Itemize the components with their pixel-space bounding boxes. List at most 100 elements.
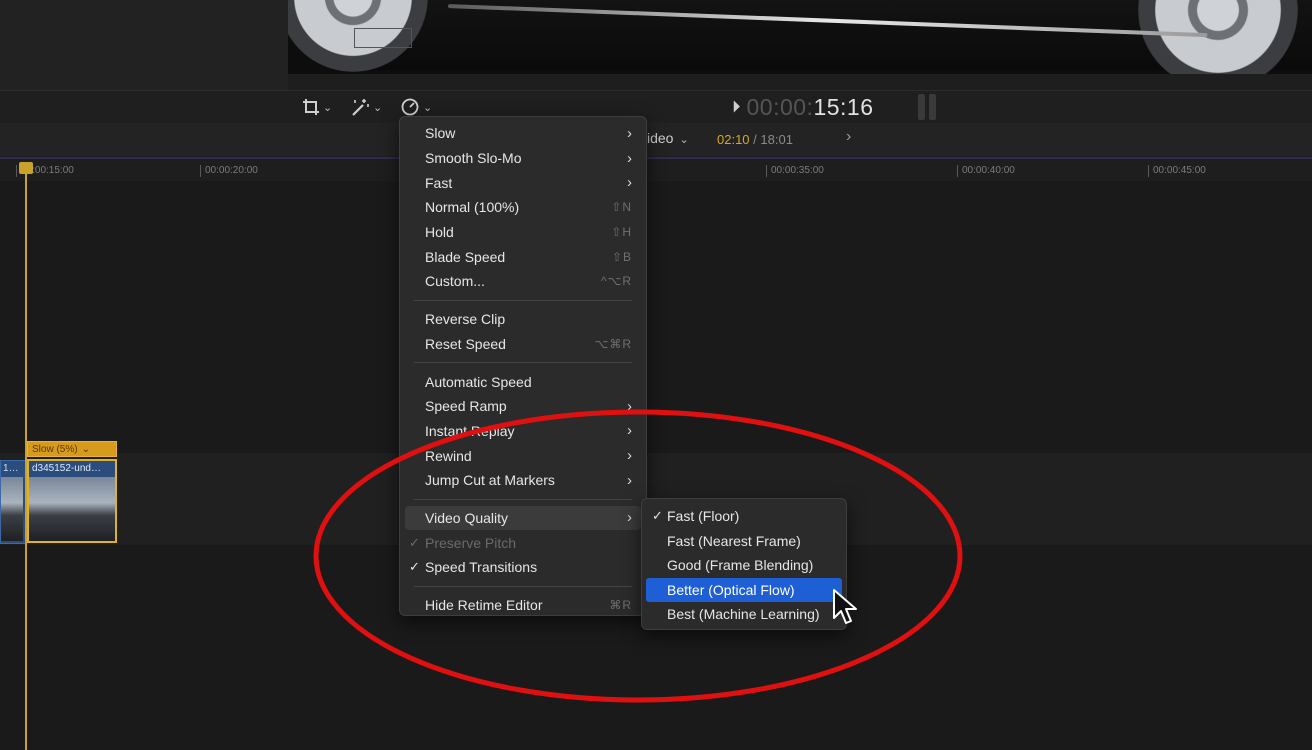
menu-item-shortcut: ^⌥R <box>600 274 632 289</box>
menu-item-label: Hide Retime Editor <box>425 597 543 614</box>
submenu-item-better-optical-flow[interactable]: Better (Optical Flow) <box>646 577 842 602</box>
menu-item-shortcut: ⌘R <box>609 598 632 613</box>
menu-item-rewind[interactable]: Rewind › <box>400 443 646 468</box>
retime-tool-button[interactable]: ⌄ <box>400 96 432 118</box>
menu-item-label: Speed Ramp <box>425 398 507 415</box>
menu-item-shortcut: ⌥⌘R <box>594 336 632 351</box>
chevron-down-icon: ⌄ <box>423 101 433 114</box>
menu-item-preserve-pitch: ✓ Preserve Pitch <box>400 530 646 555</box>
chevron-down-icon: ⌄ <box>81 443 90 455</box>
viewer-overlay-box <box>354 28 412 48</box>
submenu-item-best-machine-learning[interactable]: Best (Machine Learning) <box>642 602 846 627</box>
menu-item-label: Video Quality <box>425 509 509 526</box>
checkmark-icon: ✓ <box>652 508 663 524</box>
video-viewer <box>288 0 1312 74</box>
menu-item-shortcut: ⇧N <box>611 200 632 215</box>
menu-item-jump-cut-at-markers[interactable]: Jump Cut at Markers › <box>400 468 646 493</box>
chevron-right-icon: › <box>627 174 632 192</box>
playhead-handle[interactable] <box>19 162 33 174</box>
clip-thumbnail <box>29 477 115 541</box>
menu-item-label: Preserve Pitch <box>425 534 517 551</box>
chevron-right-icon: › <box>627 471 632 489</box>
timecode-main: 15:16 <box>813 93 874 120</box>
timeline-ruler[interactable]: 00:00:15:00 00:00:20:00 00:00:35:00 00:0… <box>0 157 1312 183</box>
chevron-right-icon: › <box>627 447 632 465</box>
chevron-right-icon: › <box>627 509 632 527</box>
speed-tag-label: Slow (5%) <box>32 443 78 455</box>
viewer-side-panel <box>0 0 288 90</box>
chevron-down-icon: ⌄ <box>373 101 383 114</box>
menu-item-label: Jump Cut at Markers <box>425 472 555 489</box>
submenu-item-fast-floor[interactable]: ✓ Fast (Floor) <box>642 504 846 529</box>
menu-item-slow[interactable]: Slow › <box>400 121 646 146</box>
checkmark-icon: ✓ <box>409 559 420 575</box>
timeline-time: 02:10 / 18:01 <box>717 132 793 147</box>
menu-item-fast[interactable]: Fast › <box>400 170 646 195</box>
menu-item-video-quality[interactable]: Video Quality › <box>405 505 641 531</box>
chevron-down-icon: ⌄ <box>679 134 689 146</box>
clip-title: d345152-und… <box>32 463 101 474</box>
timecode-dim: 00:00: <box>746 93 814 120</box>
checkmark-icon: ✓ <box>409 534 420 550</box>
playhead[interactable] <box>25 165 27 750</box>
menu-separator <box>414 585 632 587</box>
speed-indicator-tag[interactable]: Slow (5%) ⌄ <box>27 441 117 457</box>
project-label: ideo <box>647 130 674 146</box>
crop-icon <box>303 99 319 115</box>
menu-item-label: Reverse Clip <box>425 311 506 328</box>
timeline-clip-previous[interactable]: 1… <box>0 460 26 544</box>
project-selector[interactable]: ideo ⌄ <box>647 130 689 146</box>
magic-wand-icon <box>352 99 369 116</box>
menu-item-speed-transitions[interactable]: ✓ Speed Transitions <box>400 555 646 580</box>
clip-thumbnail <box>1 477 23 541</box>
menu-separator <box>414 498 632 500</box>
submenu-item-label: Best (Machine Learning) <box>667 606 820 623</box>
total-duration: / 18:01 <box>753 132 793 147</box>
ruler-tick: 00:00:45:00 <box>1148 165 1206 177</box>
chevron-right-icon: › <box>627 397 632 415</box>
menu-item-hold[interactable]: Hold ⇧H <box>400 220 646 245</box>
submenu-item-fast-nearest-frame[interactable]: Fast (Nearest Frame) <box>642 529 846 554</box>
menu-item-shortcut: ⇧H <box>611 225 632 240</box>
menu-item-reset-speed[interactable]: Reset Speed ⌥⌘R <box>400 332 646 357</box>
submenu-item-label: Fast (Floor) <box>667 508 740 525</box>
chevron-down-icon: ⌄ <box>323 101 333 114</box>
menu-item-label: Fast <box>425 174 453 191</box>
enhance-tool-button[interactable]: ⌄ <box>350 96 382 118</box>
timeline-clip-selected[interactable]: d345152-und… <box>27 459 117 543</box>
menu-item-instant-replay[interactable]: Instant Replay › <box>400 419 646 444</box>
submenu-item-label: Better (Optical Flow) <box>667 581 795 598</box>
menu-separator <box>414 299 632 301</box>
ruler-tick: 00:00:20:00 <box>200 165 258 177</box>
menu-item-label: Rewind <box>425 447 472 464</box>
video-quality-submenu: ✓ Fast (Floor) Fast (Nearest Frame) Good (F… <box>641 498 847 630</box>
menu-item-reverse-clip[interactable]: Reverse Clip <box>400 307 646 332</box>
menu-item-custom[interactable]: Custom... ^⌥R <box>400 269 646 294</box>
ruler-tick: 00:00:40:00 <box>957 165 1015 177</box>
menu-item-label: Automatic Speed <box>425 373 532 390</box>
menu-item-label: Reset Speed <box>425 335 506 352</box>
menu-item-hide-retime-editor[interactable]: Hide Retime Editor ⌘R <box>400 593 646 618</box>
chevron-right-icon: › <box>627 149 632 167</box>
menu-item-label: Custom... <box>425 273 485 290</box>
submenu-item-good-frame-blending[interactable]: Good (Frame Blending) <box>642 553 846 578</box>
menu-item-label: Normal (100%) <box>425 199 520 216</box>
timecode-display[interactable]: ⏵ 00:00: 15:16 <box>732 92 874 122</box>
menu-item-label: Speed Transitions <box>425 559 538 576</box>
clip-title: 1… <box>3 463 19 474</box>
menu-item-automatic-speed[interactable]: Automatic Speed <box>400 369 646 394</box>
play-circle-icon: ⏵ <box>732 97 741 116</box>
menu-item-blade-speed[interactable]: Blade Speed ⇧B <box>400 244 646 269</box>
menu-item-label: Smooth Slo-Mo <box>425 150 522 167</box>
car-wheel-right <box>1138 0 1298 74</box>
viewer-footer <box>288 74 1312 90</box>
submenu-item-label: Fast (Nearest Frame) <box>667 532 801 549</box>
chevron-right-icon: › <box>627 124 632 142</box>
menu-item-speed-ramp[interactable]: Speed Ramp › <box>400 394 646 419</box>
audio-meter-icon[interactable] <box>918 94 936 120</box>
menu-separator <box>414 362 632 364</box>
menu-item-normal-100[interactable]: Normal (100%) ⇧N <box>400 195 646 220</box>
menu-item-smooth-slo-mo[interactable]: Smooth Slo-Mo › <box>400 146 646 171</box>
crop-tool-button[interactable]: ⌄ <box>302 96 332 118</box>
forward-chevron-icon[interactable]: › <box>846 128 851 146</box>
